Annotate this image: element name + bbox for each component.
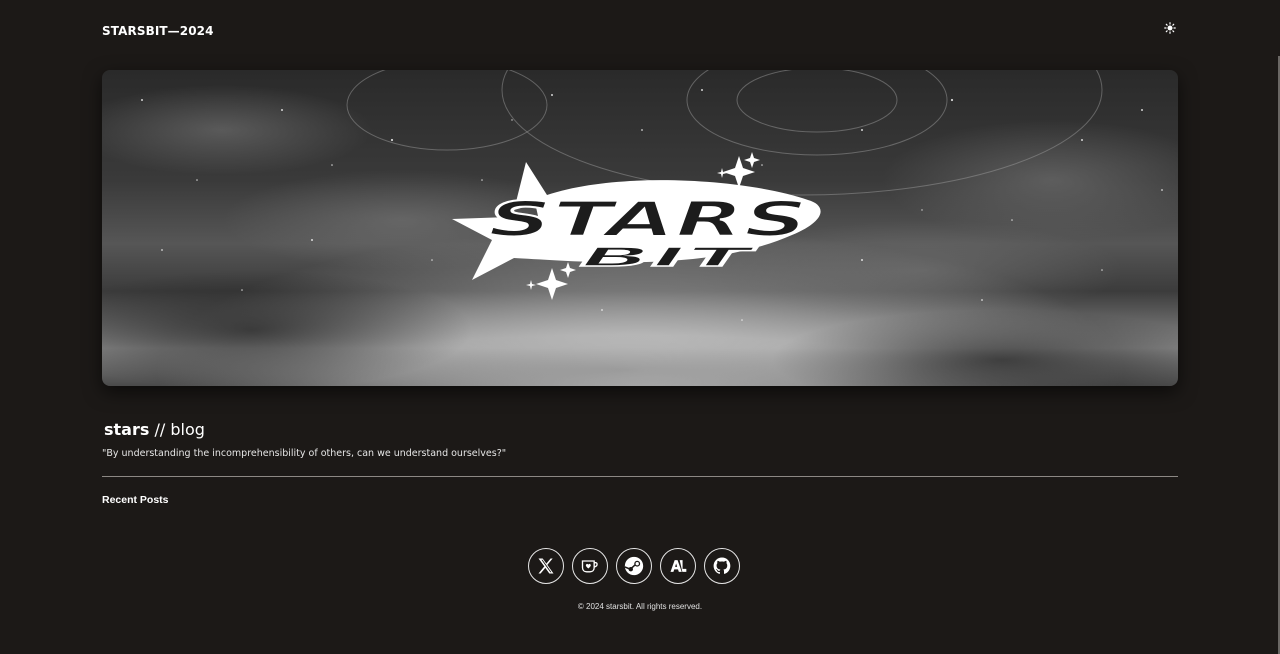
social-anilist-link[interactable] bbox=[660, 548, 696, 584]
steam-icon bbox=[624, 556, 644, 576]
footer-copyright: © 2024 starsbit. All rights reserved. bbox=[577, 602, 703, 611]
logo-text-sub: BIT bbox=[580, 243, 758, 273]
recent-posts-heading: Recent Posts bbox=[102, 494, 169, 506]
social-steam-link[interactable] bbox=[616, 548, 652, 584]
social-links bbox=[528, 548, 740, 584]
github-icon bbox=[713, 557, 731, 574]
divider bbox=[102, 476, 1178, 477]
hero-background: STARS BIT bbox=[102, 70, 1178, 386]
social-kofi-link[interactable] bbox=[572, 548, 608, 584]
tagline: "By understanding the incomprehensibilit… bbox=[102, 448, 507, 459]
social-x-link[interactable] bbox=[528, 548, 564, 584]
blog-title: stars // blog bbox=[104, 420, 205, 439]
blog-title-rest: // blog bbox=[149, 420, 205, 439]
logo-text-main: STARS bbox=[488, 192, 808, 248]
hero-banner: STARS BIT bbox=[102, 70, 1178, 386]
blog-title-bold: stars bbox=[104, 420, 150, 439]
x-twitter-icon bbox=[538, 558, 554, 574]
kofi-cup-icon bbox=[581, 560, 598, 573]
top-navbar: STARSBIT—2024 bbox=[102, 20, 1178, 44]
theme-toggle-button[interactable] bbox=[1162, 20, 1178, 36]
social-github-link[interactable] bbox=[704, 548, 740, 584]
anilist-icon bbox=[670, 560, 687, 572]
sun-icon bbox=[1164, 22, 1176, 34]
site-title-link[interactable]: STARSBIT—2024 bbox=[102, 24, 214, 38]
